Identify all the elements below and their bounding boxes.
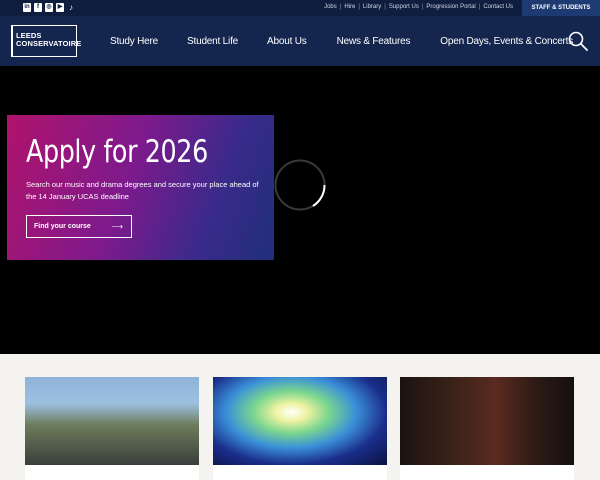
staff-students-button[interactable]: STAFF & STUDENTS (522, 0, 600, 16)
youtube-icon[interactable]: ▶ (56, 3, 64, 12)
card-image-building (25, 377, 199, 465)
arrow-right-icon: ⟶ (111, 222, 123, 231)
hero: Apply for 2026 Search our music and dram… (0, 66, 600, 354)
nav-item-news-features[interactable]: News & Features (337, 36, 411, 47)
utility-link-jobs[interactable]: Jobs (324, 4, 337, 10)
utility-links: Jobs | Hire | Library | Support Us | Progres… (324, 4, 513, 10)
logo-line-2: CONSERVATOIRE (16, 39, 82, 48)
nav-item-open-days[interactable]: Open Days, Events & Concerts (440, 36, 573, 47)
feature-card[interactable] (25, 377, 199, 480)
utility-link-library[interactable]: Library (363, 4, 381, 10)
promo-panel: Apply for 2026 Search our music and dram… (7, 115, 274, 260)
utility-link-contact-us[interactable]: Contact Us (483, 4, 513, 10)
search-icon[interactable] (568, 31, 588, 51)
feature-card[interactable] (213, 377, 387, 480)
feature-card[interactable] (400, 377, 574, 480)
nav-item-study-here[interactable]: Study Here (110, 36, 158, 47)
content-section (0, 354, 600, 480)
promo-text: Search our music and drama degrees and s… (26, 180, 259, 201)
logo[interactable]: LEEDS CONSERVATOIRE (11, 25, 81, 57)
main-nav: LEEDS CONSERVATOIRE Study Here Student L… (0, 16, 600, 66)
nav-menu: Study Here Student Life About Us News & … (98, 16, 573, 66)
social-links: in f ◎ ▶ ♪ (23, 3, 75, 12)
loading-spinner-icon (274, 159, 326, 211)
nav-item-about-us[interactable]: About Us (267, 36, 307, 47)
nav-item-student-life[interactable]: Student Life (187, 36, 238, 47)
find-your-course-button[interactable]: Find your course ⟶ (26, 215, 132, 238)
cta-label: Find your course (34, 223, 91, 230)
card-image-dj-performer (213, 377, 387, 465)
utility-link-progression-portal[interactable]: Progression Portal (426, 4, 475, 10)
instagram-icon[interactable]: ◎ (45, 3, 53, 12)
promo-title: Apply for 2026 (26, 134, 208, 170)
tiktok-icon[interactable]: ♪ (67, 3, 75, 12)
utility-link-hire[interactable]: Hire (344, 4, 355, 10)
card-image-woodwind-ensemble (400, 377, 574, 465)
facebook-icon[interactable]: f (34, 3, 42, 12)
utility-link-support-us[interactable]: Support Us (389, 4, 419, 10)
linkedin-icon[interactable]: in (23, 3, 31, 12)
utility-bar: in f ◎ ▶ ♪ Jobs | Hire | Library | Support … (0, 0, 600, 16)
